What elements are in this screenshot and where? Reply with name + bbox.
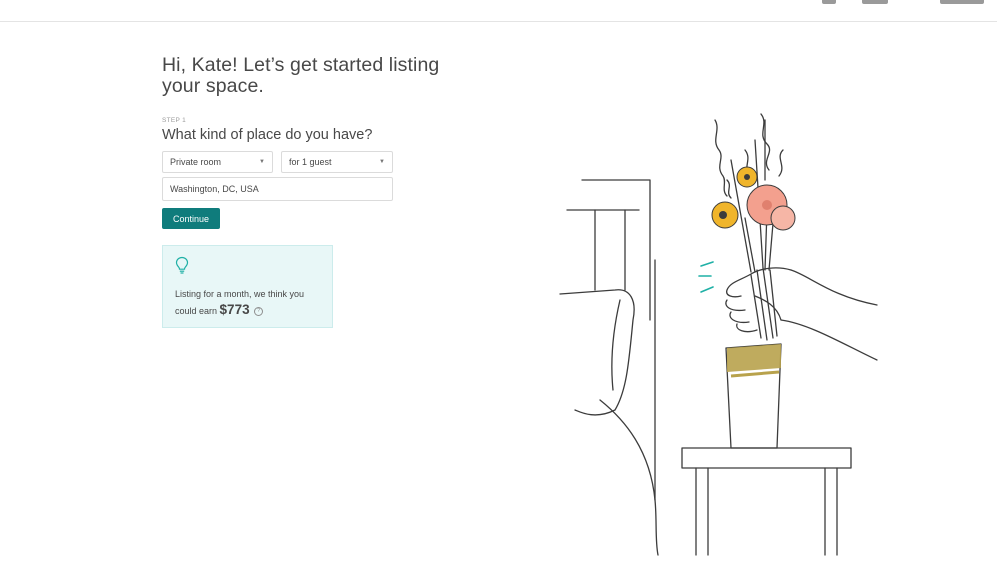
lightbulb-icon xyxy=(175,256,189,274)
top-navigation-bar xyxy=(0,0,997,22)
room-type-value: Private room xyxy=(170,157,222,167)
chevron-down-icon: ▼ xyxy=(379,159,385,165)
guests-value: for 1 guest xyxy=(289,157,332,167)
step-label: STEP 1 xyxy=(162,117,187,124)
location-input[interactable]: Washington, DC, USA xyxy=(162,177,393,201)
continue-button[interactable]: Continue xyxy=(162,208,220,229)
location-value: Washington, DC, USA xyxy=(170,184,259,194)
step-question: What kind of place do you have? xyxy=(162,127,373,143)
earnings-tip-card: Listing for a month, we think you could … xyxy=(162,245,333,328)
flowers-hand-illustration xyxy=(559,113,878,556)
nav-item-partial[interactable] xyxy=(862,0,888,4)
earnings-amount: $773 xyxy=(219,302,250,317)
guests-select[interactable]: for 1 guest ▼ xyxy=(281,151,393,173)
page-title: Hi, Kate! Let’s get started listing your… xyxy=(162,54,440,97)
listing-form-section: Hi, Kate! Let’s get started listing your… xyxy=(162,55,462,328)
nav-item-partial[interactable] xyxy=(822,0,836,4)
room-type-select[interactable]: Private room ▼ xyxy=(162,151,273,173)
info-icon[interactable]: ? xyxy=(254,307,264,317)
chevron-down-icon: ▼ xyxy=(259,159,265,165)
nav-item-partial[interactable] xyxy=(940,0,984,4)
room-and-guests-row: Private room ▼ for 1 guest ▼ xyxy=(162,151,462,173)
tip-message: Listing for a month, we think you could … xyxy=(175,287,320,319)
